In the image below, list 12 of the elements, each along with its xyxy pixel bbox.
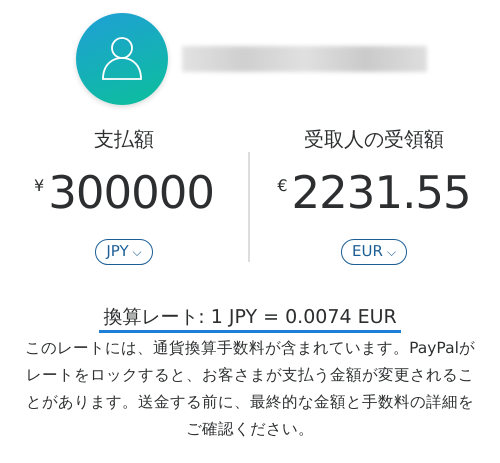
currency-symbol: ¥: [34, 175, 44, 197]
currency-dropdown[interactable]: EUR ⌵: [341, 239, 407, 265]
currency-dropdown[interactable]: JPY ⌵: [95, 239, 153, 265]
caret-icon: ⌵: [386, 245, 396, 259]
currency-symbol: €: [277, 175, 288, 197]
rate-notice: このレートには、通貨換算手数料が含まれています。PayPalがレートをロックすると、お客さまが支払う金額が変更されることがあります。送金する前に、最終的な金額と手数料の詳細をご確認ください。: [24, 338, 476, 440]
amount-label: 受取人の受領額: [304, 126, 444, 153]
amount-label: 支払額: [94, 126, 154, 153]
exchange-rate: 換算レート: 1 JPY = 0.0074 EUR: [99, 306, 401, 333]
caret-icon: ⌵: [132, 245, 142, 259]
amount-value: 2231.55: [292, 170, 471, 215]
amount-value: 300000: [48, 170, 214, 215]
